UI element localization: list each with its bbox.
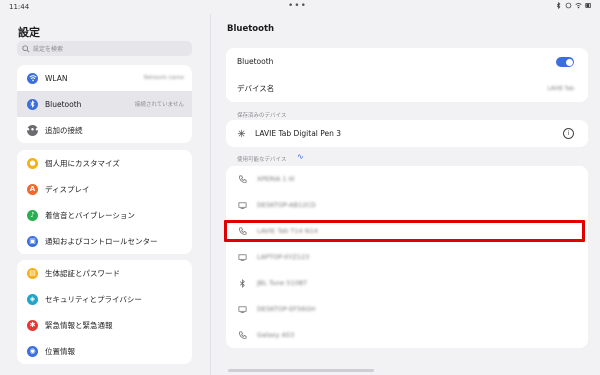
- page-title: Bluetooth: [227, 24, 275, 34]
- sidebar-item-label: 生体認証とパスワード: [45, 268, 120, 278]
- search-icon: [22, 44, 30, 53]
- bluetooth-settings-pane: Bluetooth Bluetooth デバイス名 LAVIE Tab 保存済み…: [211, 0, 600, 375]
- available-device-row[interactable]: LAPTOP-XYZ123: [226, 244, 588, 270]
- sidebar-item-notifications[interactable]: ▣ 通知およびコントロールセンター: [17, 228, 192, 254]
- sidebar-item-sound[interactable]: ♪ 着信音とバイブレーション: [17, 202, 192, 228]
- saved-device-row[interactable]: LAVIE Tab Digital Pen 3 i: [226, 120, 588, 147]
- sidebar-item-label: 位置情報: [45, 346, 75, 356]
- device-name-label: デバイス名: [237, 84, 275, 93]
- sidebar-group-security: ▤ 生体認証とパスワード ◈ セキュリティとプライバシー ✱ 緊急情報と緊急通報…: [17, 260, 192, 364]
- bluetooth-toggle-row[interactable]: Bluetooth: [226, 48, 588, 75]
- sidebar-item-label: WLAN: [45, 73, 68, 83]
- wifi-icon: [27, 72, 38, 84]
- search-placeholder: 設定を検索: [33, 46, 64, 53]
- sidebar-item-display[interactable]: A ディスプレイ: [17, 176, 192, 202]
- sidebar-item-location[interactable]: ◉ 位置情報: [17, 338, 192, 364]
- device-info-button[interactable]: i: [563, 128, 574, 139]
- sidebar-item-label: セキュリティとプライバシー: [45, 294, 142, 304]
- sidebar-item-label: 追加の接続: [45, 125, 83, 135]
- device-name-row[interactable]: デバイス名 LAVIE Tab: [226, 75, 588, 102]
- pen-icon: [237, 129, 246, 138]
- wlan-network-value: Network name: [143, 75, 184, 81]
- saved-device-name: LAVIE Tab Digital Pen 3: [255, 129, 342, 138]
- sidebar-item-label: 個人用にカスタマイズ: [45, 158, 120, 168]
- settings-sidebar: 設定 設定を検索 WLAN Network name Bluetooth 接続さ…: [0, 0, 210, 375]
- location-icon: ◉: [27, 345, 38, 357]
- device-name: XPERIA 1 III: [257, 175, 295, 183]
- sidebar-item-emergency[interactable]: ✱ 緊急情報と緊急通報: [17, 312, 192, 338]
- sidebar-item-personalize[interactable]: ● 個人用にカスタマイズ: [17, 150, 192, 176]
- sidebar-item-label: Bluetooth: [45, 99, 82, 109]
- settings-search-input[interactable]: 設定を検索: [17, 41, 192, 56]
- palette-icon: ●: [27, 157, 38, 169]
- sidebar-item-more-connections[interactable]: ••• 追加の接続: [17, 117, 192, 143]
- bluetooth-settings-card: Bluetooth デバイス名 LAVIE Tab: [226, 48, 588, 102]
- sidebar-group-personalization: ● 個人用にカスタマイズ A ディスプレイ ♪ 着信音とバイブレーション ▣ 通…: [17, 150, 192, 254]
- shield-icon: ◈: [27, 293, 38, 305]
- bluetooth-status-value: 接続されていません: [134, 102, 184, 108]
- monitor-icon: [238, 305, 247, 313]
- device-name-value: LAVIE Tab: [547, 85, 574, 92]
- sidebar-item-label: 着信音とバイブレーション: [45, 210, 135, 220]
- sidebar-item-biometrics[interactable]: ▤ 生体認証とパスワード: [17, 260, 192, 286]
- scanning-icon: ∿: [297, 152, 304, 161]
- available-device-row[interactable]: DESKTOP-EF56GH: [226, 296, 588, 322]
- sidebar-item-label: ディスプレイ: [45, 184, 90, 194]
- device-name: LAPTOP-XYZ123: [257, 253, 310, 261]
- bluetooth-toggle[interactable]: [556, 57, 574, 67]
- settings-title: 設定: [18, 26, 40, 39]
- saved-devices-header: 保存済みのデバイス: [237, 113, 287, 119]
- highlight-box: [224, 220, 585, 242]
- sidebar-item-bluetooth[interactable]: Bluetooth 接続されていません: [17, 91, 192, 117]
- sidebar-item-security-privacy[interactable]: ◈ セキュリティとプライバシー: [17, 286, 192, 312]
- monitor-icon: [238, 253, 247, 261]
- emergency-icon: ✱: [27, 319, 38, 331]
- sidebar-item-wlan[interactable]: WLAN Network name: [17, 65, 192, 91]
- home-indicator[interactable]: [228, 369, 374, 372]
- bluetooth-toggle-label: Bluetooth: [237, 57, 274, 66]
- available-devices-card: XPERIA 1 III DESKTOP-AB12CD LAVIE Tab T1…: [226, 166, 588, 348]
- device-name: DESKTOP-EF56GH: [257, 305, 316, 313]
- sidebar-item-label: 通知およびコントロールセンター: [45, 236, 158, 246]
- bluetooth-icon: [240, 278, 245, 288]
- device-name: Galaxy A53: [257, 331, 295, 339]
- sidebar-group-connections: WLAN Network name Bluetooth 接続されていません ••…: [17, 65, 192, 143]
- phone-icon: [239, 331, 247, 339]
- lock-icon: ▤: [27, 267, 38, 279]
- available-device-row[interactable]: DESKTOP-AB12CD: [226, 192, 588, 218]
- phone-icon: [239, 175, 247, 183]
- sound-icon: ♪: [27, 209, 38, 221]
- bluetooth-icon: [27, 98, 38, 110]
- available-device-row[interactable]: JBL Tune 510BT: [226, 270, 588, 296]
- device-name: DESKTOP-AB12CD: [257, 201, 316, 209]
- saved-devices-card: LAVIE Tab Digital Pen 3 i: [226, 120, 588, 147]
- available-device-row[interactable]: XPERIA 1 III: [226, 166, 588, 192]
- sidebar-item-label: 緊急情報と緊急通報: [45, 320, 113, 330]
- available-devices-header: 使用可能なデバイス: [237, 157, 287, 163]
- available-device-row[interactable]: Galaxy A53: [226, 322, 588, 348]
- display-icon: A: [27, 183, 38, 195]
- notification-icon: ▣: [27, 235, 38, 247]
- monitor-icon: [238, 201, 247, 209]
- device-name: JBL Tune 510BT: [257, 279, 308, 287]
- more-icon: •••: [25, 124, 40, 136]
